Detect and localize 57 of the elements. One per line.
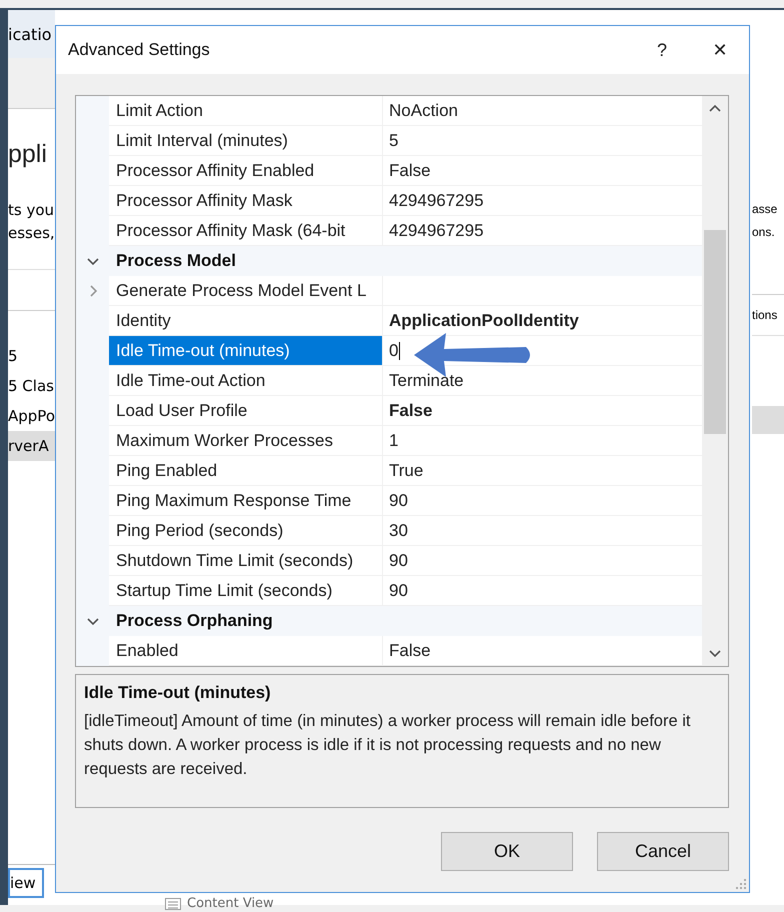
page-heading: ppli bbox=[8, 140, 47, 168]
property-value: ApplicationPoolIdentity bbox=[383, 306, 702, 336]
view-tab[interactable]: iew bbox=[8, 868, 44, 898]
description-text: asse bbox=[752, 201, 778, 218]
property-name[interactable]: Idle Time-out (minutes) bbox=[109, 336, 383, 366]
property-name[interactable]: Load User Profile bbox=[109, 396, 383, 426]
property-value: 4294967295 bbox=[383, 186, 702, 216]
property-name[interactable]: Ping Enabled bbox=[109, 456, 383, 486]
property-name[interactable]: Processor Affinity Mask (64-bit bbox=[109, 216, 383, 246]
property-name[interactable]: Enabled bbox=[109, 636, 383, 666]
help-button[interactable]: ? bbox=[633, 26, 691, 74]
cancel-button[interactable]: Cancel bbox=[597, 832, 729, 871]
list-item[interactable]: rverA bbox=[8, 431, 55, 461]
property-value: 30 bbox=[383, 516, 702, 546]
column-header: tions bbox=[752, 308, 778, 322]
property-name[interactable]: Identity bbox=[109, 306, 383, 336]
property-name[interactable]: Processor Affinity Enabled bbox=[109, 156, 383, 186]
window-title: Advanced Settings bbox=[68, 40, 211, 60]
description-text: esses, bbox=[8, 223, 55, 244]
description-text: [idleTimeout] Amount of time (in minutes) a worker process will remain idle before it shuts down. A worker process is idle if it is not processing requests and no new requests are received. bbox=[84, 711, 692, 780]
close-button[interactable]: ✕ bbox=[691, 26, 749, 74]
scroll-down-icon[interactable] bbox=[709, 650, 721, 658]
property-value: 90 bbox=[383, 486, 702, 516]
description-text: ons. bbox=[752, 224, 776, 241]
scrollbar-thumb[interactable] bbox=[704, 230, 726, 434]
list-item[interactable]: AppPo bbox=[8, 401, 55, 431]
description-text: ts you bbox=[8, 200, 55, 221]
description-title: Idle Time-out (minutes) bbox=[84, 683, 272, 703]
selected-row bbox=[752, 406, 784, 434]
property-value: True bbox=[383, 456, 702, 486]
property-value: NoAction bbox=[383, 96, 702, 126]
property-value: 1 bbox=[383, 426, 702, 456]
property-name[interactable]: Idle Time-out Action bbox=[109, 366, 383, 396]
property-value: 90 bbox=[383, 576, 702, 606]
list-item[interactable]: 5 bbox=[8, 341, 55, 371]
property-value: 4294967295 bbox=[383, 216, 702, 246]
property-name[interactable]: Maximum Worker Processes bbox=[109, 426, 383, 456]
property-value: False bbox=[383, 396, 702, 426]
property-name[interactable]: Shutdown Time Limit (seconds) bbox=[109, 546, 383, 576]
scroll-up-icon[interactable] bbox=[709, 104, 721, 112]
scrollbar[interactable] bbox=[702, 96, 728, 666]
property-value: 5 bbox=[383, 126, 702, 156]
list-item[interactable]: 5 Clas bbox=[8, 371, 55, 401]
property-value: 90 bbox=[383, 546, 702, 576]
property-name[interactable]: Processor Affinity Mask bbox=[109, 186, 383, 216]
view-tab[interactable]: Content View bbox=[165, 896, 274, 911]
property-value: False bbox=[383, 636, 702, 666]
property-value: False bbox=[383, 156, 702, 186]
property-name[interactable]: Limit Interval (minutes) bbox=[109, 126, 383, 156]
property-value: Terminate bbox=[383, 366, 702, 396]
ok-button[interactable]: OK bbox=[441, 832, 573, 871]
property-name[interactable]: Ping Period (seconds) bbox=[109, 516, 383, 546]
property-name[interactable]: Ping Maximum Response Time bbox=[109, 486, 383, 516]
property-name[interactable]: Generate Process Model Event L bbox=[109, 276, 383, 306]
resize-grip-icon[interactable] bbox=[735, 878, 747, 890]
property-name[interactable]: Limit Action bbox=[109, 96, 383, 126]
property-name[interactable]: Startup Time Limit (seconds) bbox=[109, 576, 383, 606]
